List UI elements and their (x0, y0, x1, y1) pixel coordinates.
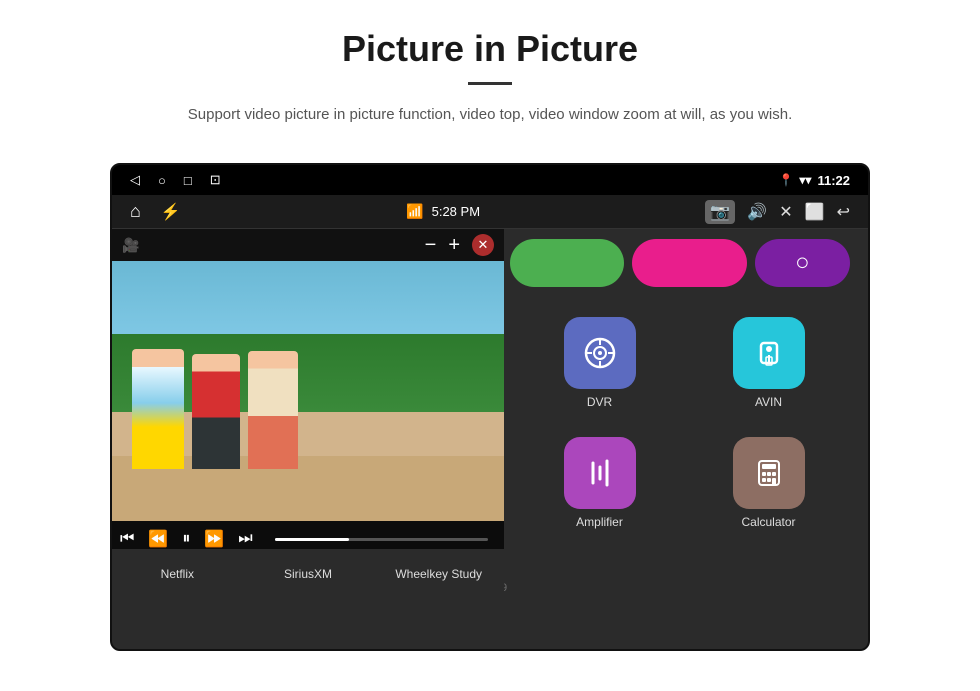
calculator-icon (751, 455, 787, 491)
dvr-label: DVR (587, 395, 612, 409)
status-bar-second: ⌂ ⚡ 📶 5:28 PM 📷 🔊 ✕ ⬜ ↩ (112, 195, 868, 229)
usb-icon: ⚡ (161, 202, 181, 222)
avin-icon-box (733, 317, 805, 389)
app-item-calculator[interactable]: Calculator (689, 427, 848, 537)
calculator-icon-box (733, 437, 805, 509)
pip-controls: − + ✕ (425, 234, 494, 257)
progress-bar[interactable] (275, 538, 488, 541)
pip-header: 🎥 − + ✕ (112, 229, 504, 261)
device-content: 🎥 − + ✕ (112, 229, 868, 649)
netflix-label[interactable]: Netflix (112, 549, 243, 599)
device-frame: ◁ ○ □ ⊡ 📍 ▾▾ 11:22 ⌂ ⚡ 📶 5:28 PM 📷 🔊 ✕ ⬜… (110, 163, 870, 651)
pip-minus-btn[interactable]: − (425, 234, 437, 257)
skip-fwd-btn[interactable]: ⏭ (238, 530, 252, 548)
bottom-labels: Netflix SiriusXM Wheelkey Study (112, 549, 504, 599)
video-scene (112, 261, 504, 521)
back-icon[interactable]: ◁ (130, 172, 140, 188)
close-icon[interactable]: ✕ (779, 202, 792, 222)
pip-overlay: 🎥 − + ✕ (112, 229, 504, 599)
status-icons-left: ◁ ○ □ ⊡ (130, 172, 221, 188)
action-icons-right: 📷 🔊 ✕ ⬜ ↩ (705, 200, 850, 224)
dvr-icon (582, 335, 618, 371)
page-subtitle: Support video picture in picture functio… (140, 103, 840, 127)
play-pause-btn[interactable]: ⏸ (182, 530, 190, 548)
pip-video-area (112, 261, 504, 521)
pip-close-btn[interactable]: ✕ (472, 234, 494, 256)
page-header: Picture in Picture Support video picture… (0, 0, 980, 145)
center-time: 5:28 PM (432, 204, 480, 219)
next-btn[interactable]: ⏩ (204, 529, 224, 549)
app-item-amplifier[interactable]: Amplifier (520, 427, 679, 537)
siriusxm-label[interactable]: SiriusXM (243, 549, 374, 599)
wifi-status-icon: 📶 (406, 203, 423, 220)
pip-cam-icon: 🎥 (122, 237, 139, 254)
skip-back-btn[interactable]: ⏮ (120, 530, 134, 548)
top-app-row: ○ (500, 229, 868, 297)
avin-label: AVIN (755, 395, 782, 409)
camera-icon[interactable]: 📷 (705, 200, 735, 224)
home-nav-icon[interactable]: ⌂ (130, 201, 141, 222)
pip-plus-btn[interactable]: + (448, 234, 460, 257)
amplifier-label: Amplifier (576, 515, 623, 529)
home-icon[interactable]: ○ (158, 173, 166, 188)
prev-btn[interactable]: ⏪ (148, 529, 168, 549)
wifi-icon: ▾▾ (799, 173, 811, 187)
title-divider (468, 82, 512, 85)
app-item-dvr[interactable]: DVR (520, 307, 679, 417)
screenshot-icon[interactable]: ⊡ (210, 172, 221, 188)
location-icon: 📍 (778, 173, 793, 187)
status-bar-top: ◁ ○ □ ⊡ 📍 ▾▾ 11:22 (112, 165, 868, 195)
dvr-icon-box (564, 317, 636, 389)
app-btn-netflix[interactable] (510, 239, 624, 287)
app-item-avin[interactable]: AVIN (689, 307, 848, 417)
window-icon[interactable]: ⬜ (805, 202, 825, 222)
amplifier-icon (582, 455, 618, 491)
wheelkey-label[interactable]: Wheelkey Study (373, 549, 504, 599)
status-icons-right: 📍 ▾▾ 11:22 (778, 173, 850, 188)
nav-icons-left: ⌂ ⚡ (130, 201, 181, 222)
back-nav-icon[interactable]: ↩ (837, 202, 850, 222)
recents-icon[interactable]: □ (184, 173, 192, 188)
app-btn-wheelkey[interactable]: ○ (755, 239, 850, 287)
progress-fill (275, 538, 350, 541)
time-wifi-center: 📶 5:28 PM (406, 203, 480, 220)
time-display: 11:22 (817, 173, 850, 188)
apps-panel: ○ (500, 229, 868, 649)
calculator-label: Calculator (741, 515, 795, 529)
page-title: Picture in Picture (80, 28, 900, 70)
app-btn-sirius[interactable] (632, 239, 746, 287)
amplifier-icon-box (564, 437, 636, 509)
volume-icon[interactable]: 🔊 (747, 202, 767, 222)
avin-icon (751, 335, 787, 371)
app-icon-grid: DVR AVIN (500, 297, 868, 547)
